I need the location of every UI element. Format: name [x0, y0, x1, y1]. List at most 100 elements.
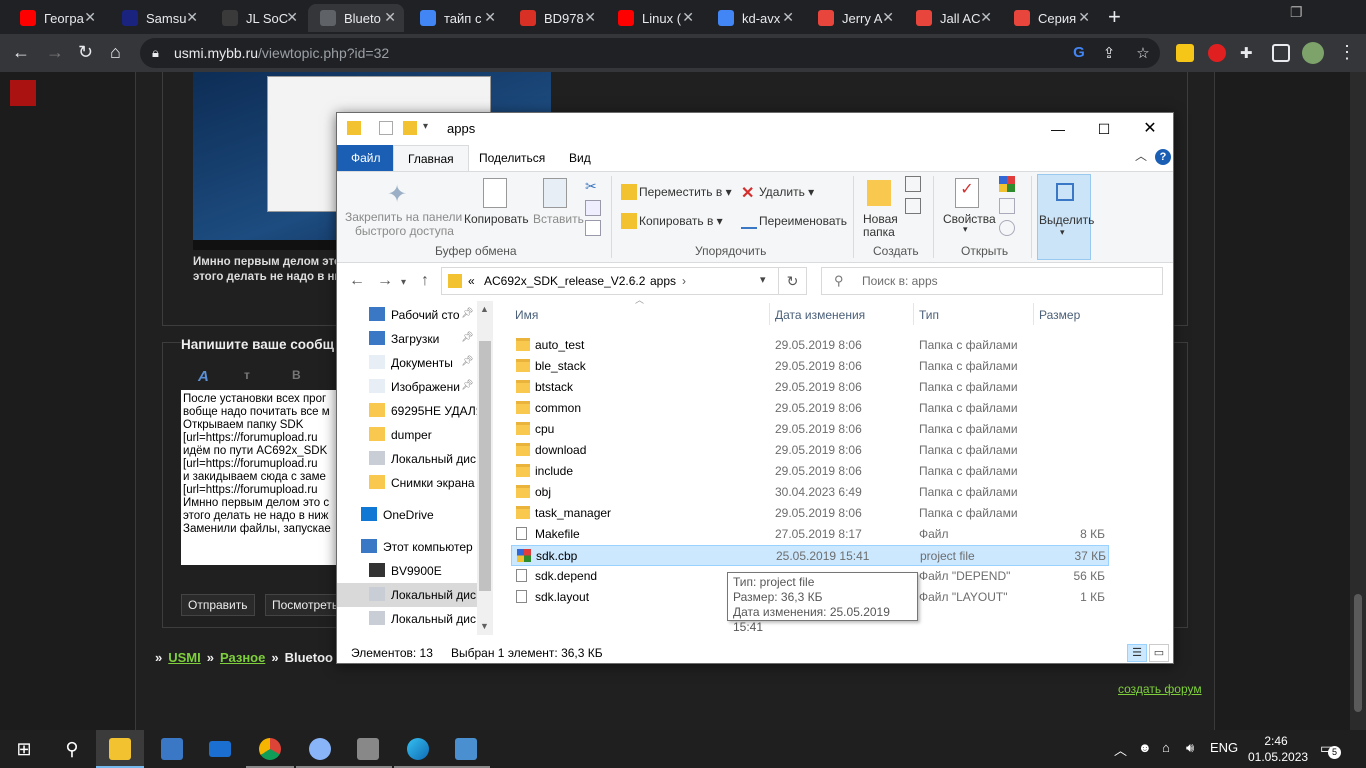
tab-home[interactable]: Главная	[393, 145, 469, 171]
nav-item[interactable]: Изображени 📌︎	[337, 375, 477, 399]
format-text-button[interactable]: т	[244, 368, 250, 382]
address-history-chevron[interactable]: ▾	[760, 273, 766, 286]
column-separator[interactable]	[769, 303, 770, 325]
properties-dropdown-icon[interactable]: ▾	[963, 224, 968, 235]
side-panel-icon[interactable]	[1272, 44, 1290, 62]
nav-item[interactable]: Локальный дис	[337, 607, 477, 631]
scroll-down-icon[interactable]: ▼	[480, 621, 489, 631]
nav-item[interactable]: OneDrive	[337, 503, 477, 527]
browser-tab[interactable]: тайп с ✕	[408, 4, 504, 32]
nav-item[interactable]: Рабочий сто 📌︎	[337, 303, 477, 327]
paste-shortcut-icon[interactable]	[585, 220, 601, 236]
address-path-field[interactable]: « AC692x_SDK_release_V2.6.2 › apps › ▾	[441, 267, 779, 295]
open-icon[interactable]	[999, 176, 1015, 192]
page-scrollbar-thumb[interactable]	[1354, 594, 1362, 712]
column-header-size[interactable]: Размер	[1039, 308, 1080, 322]
volume-icon[interactable]: 🔊︎	[1186, 740, 1194, 756]
browser-tab[interactable]: Серия ✕	[1002, 4, 1098, 32]
nav-item[interactable]: BV9900E	[337, 559, 477, 583]
address-bar[interactable]: 🔒︎ usmi.mybb.ru/viewtopic.php?id=32 G ⇪ …	[140, 38, 1160, 68]
delete-button[interactable]: Удалить ▾	[759, 185, 814, 199]
pin-to-quick-access-label-2[interactable]: быстрого доступа	[355, 224, 454, 238]
scroll-up-icon[interactable]: ▲	[480, 304, 489, 314]
collapse-ribbon-icon[interactable]: ︿	[1135, 147, 1147, 164]
taskbar-app-photos[interactable]	[442, 730, 490, 768]
reply-textarea[interactable]: После установки всех прог вобще надо почи…	[181, 390, 341, 565]
browser-tab[interactable]: Jerry A ✕	[806, 4, 902, 32]
minimize-button[interactable]: —	[1035, 117, 1081, 141]
column-header-date[interactable]: Дата изменения	[775, 308, 865, 322]
breadcrumb-link-usmi[interactable]: USMI	[168, 650, 201, 665]
search-field[interactable]: ⚲ Поиск в: apps	[821, 267, 1163, 295]
close-tab-icon[interactable]: ✕	[84, 9, 96, 26]
nav-scrollbar[interactable]: ▲ ▼	[477, 301, 493, 635]
browser-tab[interactable]: JL SoC ✕	[210, 4, 306, 32]
nav-item[interactable]: Документы 📌︎	[337, 351, 477, 375]
taskbar-edge[interactable]	[394, 730, 442, 768]
show-hidden-icons[interactable]: ︿	[1114, 740, 1127, 759]
format-font-button[interactable]: A	[198, 368, 209, 385]
page-scrollbar[interactable]	[1350, 72, 1366, 730]
preview-button[interactable]: Посмотреть	[265, 594, 346, 616]
edit-icon[interactable]	[999, 198, 1015, 214]
file-row[interactable]: include 29.05.2019 8:06 Папка с файлами	[511, 461, 1109, 482]
tab-share[interactable]: Поделиться	[465, 145, 559, 171]
menu-icon[interactable]: ⋮	[1338, 42, 1356, 62]
format-bold-button[interactable]: B	[292, 368, 301, 382]
nav-item[interactable]: Этот компьютер	[337, 535, 477, 559]
create-forum-link[interactable]: создать форум	[1118, 682, 1202, 696]
pin-icon[interactable]: 📌︎	[461, 380, 474, 391]
address-overflow[interactable]: «	[468, 274, 475, 288]
recent-locations-icon[interactable]: ▾	[401, 277, 406, 288]
file-row[interactable]: btstack 29.05.2019 8:06 Папка с файлами	[511, 377, 1109, 398]
history-icon[interactable]	[999, 220, 1015, 236]
close-tab-icon[interactable]: ✕	[980, 9, 992, 26]
address-segment-sdk[interactable]: AC692x_SDK_release_V2.6.2	[484, 274, 645, 288]
pin-icon[interactable]: 📌︎	[461, 308, 474, 319]
extension-red-icon[interactable]	[1208, 44, 1226, 62]
maximize-button[interactable]: ☐	[1081, 117, 1127, 141]
file-row[interactable]: cpu 29.05.2019 8:06 Папка с файлами	[511, 419, 1109, 440]
rename-button[interactable]: Переименовать	[759, 214, 847, 228]
browser-tab[interactable]: kd-avx ✕	[706, 4, 802, 32]
browser-tab[interactable]: Blueto ✕	[308, 4, 404, 32]
refresh-button[interactable]: ↻	[779, 267, 807, 295]
breadcrumb-link-misc[interactable]: Разное	[220, 650, 265, 665]
nav-item[interactable]: Снимки экрана	[337, 471, 477, 495]
properties-quick-icon[interactable]	[379, 121, 393, 135]
taskbar-mail[interactable]	[196, 730, 244, 768]
close-tab-icon[interactable]: ✕	[286, 9, 298, 26]
nav-item[interactable]: Локальный дис	[337, 583, 477, 607]
close-tab-icon[interactable]: ✕	[782, 9, 794, 26]
easy-access-icon[interactable]	[905, 198, 921, 214]
forward-button[interactable]: →	[46, 42, 64, 62]
column-separator[interactable]	[1033, 303, 1034, 325]
new-item-icon[interactable]	[905, 176, 921, 192]
up-nav-button[interactable]: ↑	[421, 272, 429, 290]
taskbar-chrome[interactable]	[246, 730, 294, 768]
language-indicator[interactable]: ENG	[1210, 740, 1238, 755]
submit-button[interactable]: Отправить	[181, 594, 255, 616]
nav-item[interactable]: dumper	[337, 423, 477, 447]
copy-button[interactable]: Копировать	[464, 212, 529, 226]
large-icons-view-button[interactable]: ▭	[1149, 644, 1169, 662]
clock[interactable]: 2:46 01.05.2023	[1248, 733, 1308, 765]
file-row[interactable]: download 29.05.2019 8:06 Папка с файлами	[511, 440, 1109, 461]
extension-download-icon[interactable]	[1176, 44, 1194, 62]
people-icon[interactable]: ☻	[1138, 740, 1152, 755]
notifications-button[interactable]: ▭ 5	[1320, 740, 1341, 759]
close-tab-icon[interactable]: ✕	[682, 9, 694, 26]
pin-icon[interactable]: 📌︎	[461, 356, 474, 367]
pin-to-quick-access-label[interactable]: Закрепить на панели	[345, 210, 462, 224]
browser-tab[interactable]: Samsu ✕	[110, 4, 206, 32]
search-button[interactable]: ⚲	[48, 730, 96, 768]
new-tab-button[interactable]: +	[1108, 6, 1121, 28]
nav-item[interactable]: Локальный дис	[337, 447, 477, 471]
back-button[interactable]: ←	[12, 42, 30, 62]
cut-icon[interactable]: ✂	[585, 178, 601, 194]
taskbar-app-globe[interactable]	[296, 730, 344, 768]
taskbar-app-device[interactable]	[344, 730, 392, 768]
browser-tab[interactable]: BD978 ✕	[508, 4, 604, 32]
forward-nav-button[interactable]: →	[377, 272, 393, 290]
file-row[interactable]: ble_stack 29.05.2019 8:06 Папка с файлами	[511, 356, 1109, 377]
